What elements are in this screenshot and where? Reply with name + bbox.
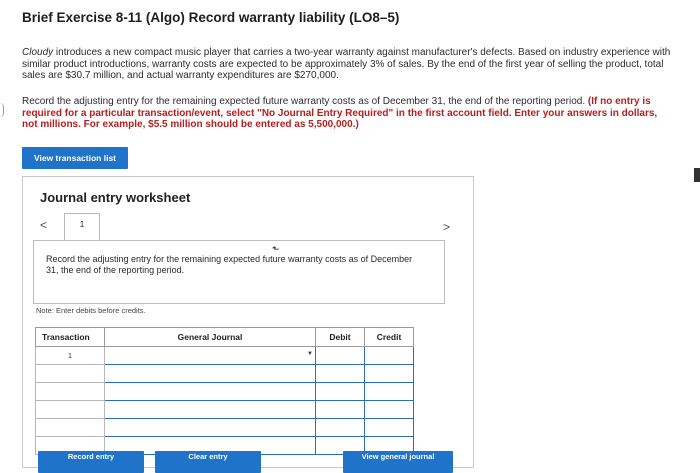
worksheet-title: Journal entry worksheet — [40, 190, 191, 205]
account-select[interactable] — [104, 364, 316, 383]
transaction-cell — [35, 364, 105, 383]
left-edge-marker — [0, 103, 4, 117]
prev-arrow-icon[interactable]: < — [40, 218, 47, 232]
debit-input[interactable] — [315, 418, 365, 437]
header-transaction: Transaction — [35, 327, 105, 347]
account-select[interactable]: ▼ — [104, 346, 316, 365]
problem-paragraph-1: Cloudy introduces a new compact music pl… — [22, 47, 672, 82]
next-arrow-icon[interactable]: > — [443, 220, 450, 234]
problem-text-1: introduces a new compact music player th… — [22, 47, 671, 81]
transaction-cell: 1 — [35, 346, 105, 365]
debits-note: Note: Enter debits before credits. — [36, 306, 146, 315]
instruction-text: Record the adjusting entry for the remai… — [46, 254, 413, 275]
problem-paragraph-2: Record the adjusting entry for the remai… — [22, 96, 672, 131]
journal-table: Transaction General Journal Debit Credit… — [35, 327, 414, 455]
mouse-cursor-icon: ⬑ — [272, 244, 280, 254]
account-select[interactable] — [104, 418, 316, 437]
table-row — [35, 364, 414, 383]
tab-entry-1[interactable]: 1 — [64, 213, 100, 242]
clear-entry-button[interactable]: Clear entry — [155, 451, 261, 473]
transaction-cell — [35, 418, 105, 437]
company-name: Cloudy — [22, 47, 54, 58]
account-select[interactable] — [104, 382, 316, 401]
problem-text-2: Record the adjusting entry for the remai… — [22, 96, 588, 107]
credit-input[interactable] — [364, 346, 414, 365]
credit-input[interactable] — [364, 382, 414, 401]
right-edge-marker — [694, 168, 700, 182]
header-credit: Credit — [364, 327, 414, 347]
debit-input[interactable] — [315, 364, 365, 383]
record-entry-button[interactable]: Record entry — [38, 451, 144, 473]
debit-input[interactable] — [315, 382, 365, 401]
table-row — [35, 418, 414, 437]
table-row: 1 ▼ — [35, 346, 414, 365]
view-transaction-list-button[interactable]: View transaction list — [22, 147, 128, 169]
table-row — [35, 400, 414, 419]
debit-input[interactable] — [315, 400, 365, 419]
transaction-cell — [35, 400, 105, 419]
chevron-down-icon[interactable]: ▼ — [307, 351, 313, 357]
credit-input[interactable] — [364, 364, 414, 383]
transaction-cell — [35, 382, 105, 401]
account-select[interactable] — [104, 400, 316, 419]
debit-input[interactable] — [315, 346, 365, 365]
credit-input[interactable] — [364, 400, 414, 419]
page-title: Brief Exercise 8-11 (Algo) Record warran… — [22, 10, 400, 25]
header-general-journal: General Journal — [104, 327, 316, 347]
credit-input[interactable] — [364, 418, 414, 437]
view-general-journal-button[interactable]: View general journal — [343, 451, 453, 473]
header-debit: Debit — [315, 327, 365, 347]
table-row — [35, 382, 414, 401]
